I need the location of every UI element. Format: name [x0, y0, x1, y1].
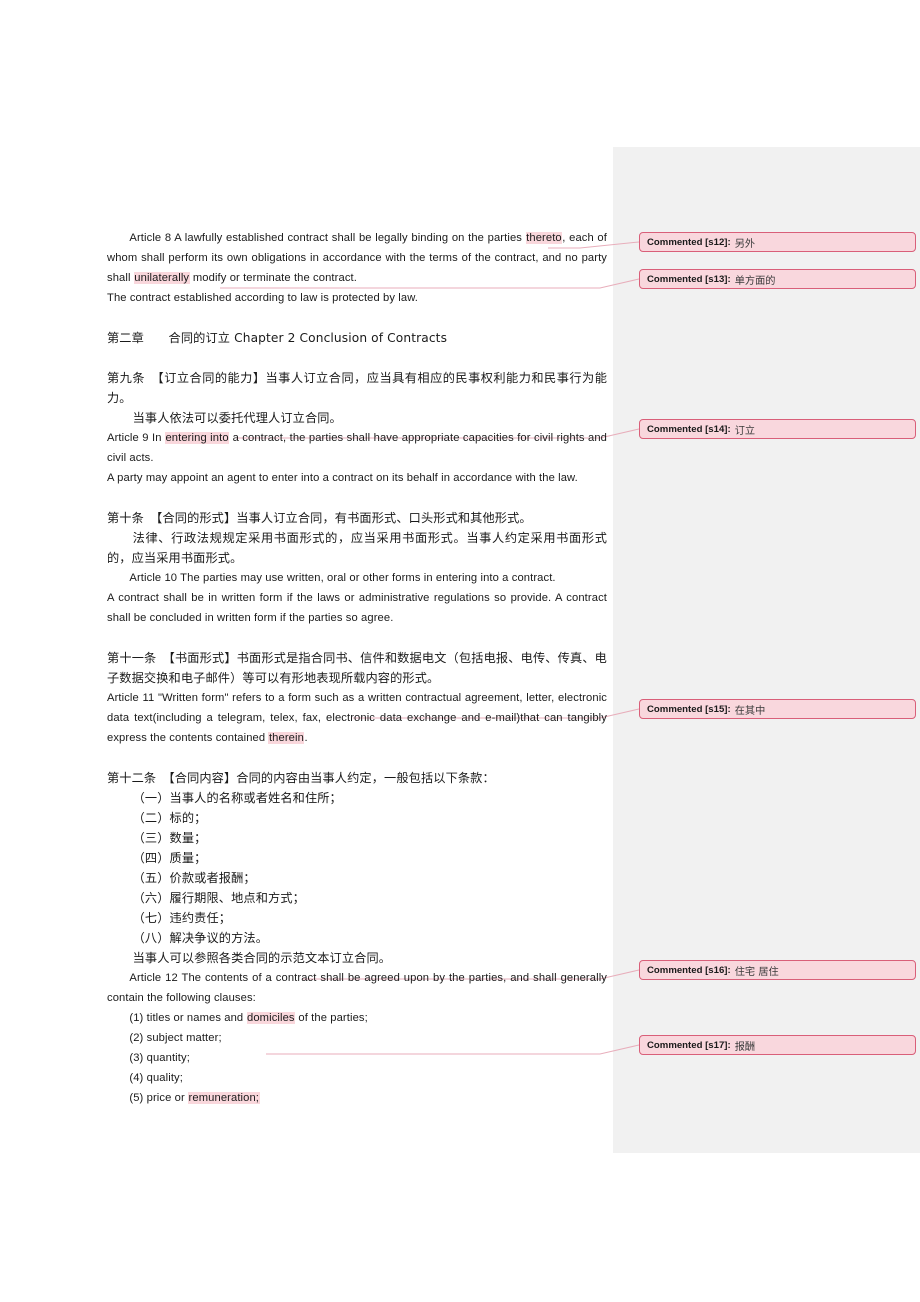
paragraph-article-8-line2: The contract established according to la… [107, 292, 419, 304]
list-item-en-4: (4) quality; [129, 1072, 183, 1084]
item1-pre: (1) titles or names and [129, 1012, 247, 1024]
highlight-thereto[interactable]: thereto [525, 232, 563, 244]
paragraph-article-11-en-1: Article 11 "Written form" refers to a fo… [107, 688, 607, 748]
comment-balloon[interactable]: Commented [s13]: 单方面的 [639, 269, 916, 289]
list-item-en-5: (5) price or remuneration; [107, 1088, 607, 1108]
comment-label: Commented [s13]: [647, 273, 731, 285]
highlight-unilaterally[interactable]: unilaterally [133, 272, 190, 284]
comment-text: 在其中 [734, 705, 766, 717]
article11-en-pre: Article 11 "Written form" refers to a fo… [107, 692, 607, 744]
comment-text: 订立 [734, 425, 756, 437]
paragraph-article-9-zh-2: 当事人依法可以委托代理人订立合同。 [132, 411, 342, 425]
article8-text-pre: Article 8 A lawfully established contrac… [129, 232, 526, 244]
comment-balloon[interactable]: Commented [s15]: 在其中 [639, 699, 916, 719]
comment-balloon[interactable]: Commented [s17]: 报酬 [639, 1035, 916, 1055]
article8-text-post: modify or terminate the contract. [189, 272, 357, 284]
paragraph-article-9-zh-1: 第九条 【订立合同的能力】当事人订立合同，应当具有相应的民事权利能力和民事行为能… [107, 371, 607, 405]
comment-balloon[interactable]: Commented [s12]: 另外 [639, 232, 916, 252]
comment-text: 报酬 [734, 1041, 756, 1053]
highlight-remuneration[interactable]: remuneration; [188, 1092, 260, 1104]
document-page: Article 8 A lawfully established contrac… [0, 0, 920, 1302]
list-item-zh-3: （三）数量； [132, 831, 207, 845]
highlight-entering-into[interactable]: entering into [164, 432, 230, 444]
list-item-zh-6: （六）履行期限、地点和方式； [132, 891, 305, 905]
item1-post: of the parties; [295, 1012, 368, 1024]
list-item-zh-5: （五）价款或者报酬； [132, 871, 256, 885]
paragraph-article-12-en-head: Article 12 The contents of a contract sh… [107, 972, 607, 1004]
paragraph-article-10-zh-2: 法律、行政法规规定采用书面形式的，应当采用书面形式。当事人约定采用书面形式的，应… [107, 531, 607, 565]
paragraph-article-12-zh-head: 第十二条 【合同内容】合同的内容由当事人约定，一般包括以下条款： [107, 771, 495, 785]
comment-label: Commented [s16]: [647, 964, 731, 976]
document-text-column: Article 8 A lawfully established contrac… [107, 228, 607, 1108]
list-item-en-2: (2) subject matter; [129, 1032, 222, 1044]
list-item-zh-1: （一）当事人的名称或者姓名和住所； [132, 791, 342, 805]
list-item-zh-2: （二）标的； [132, 811, 207, 825]
paragraph-article-10-en-2: A contract shall be in written form if t… [107, 592, 607, 624]
article9-en-pre: Article 9 In [107, 432, 165, 444]
paragraph-article-11-zh-1: 第十一条 【书面形式】书面形式是指合同书、信件和数据电文（包括电报、电传、传真、… [107, 651, 607, 685]
heading-chapter-2: 第二章 合同的订立 Chapter 2 Conclusion of Contra… [107, 331, 448, 345]
list-item-zh-7: （七）违约责任； [132, 911, 232, 925]
list-item-en-3: (3) quantity; [129, 1052, 190, 1064]
paragraph-article-10-en-1: Article 10 The parties may use written, … [129, 572, 556, 584]
comment-gutter-pane [613, 147, 920, 1153]
comment-label: Commented [s14]: [647, 423, 731, 435]
highlight-therein[interactable]: therein [268, 732, 305, 744]
comment-text: 另外 [734, 238, 756, 250]
comment-label: Commented [s12]: [647, 236, 731, 248]
item5-pre: (5) price or [129, 1092, 189, 1104]
comment-label: Commented [s17]: [647, 1039, 731, 1051]
highlight-domiciles[interactable]: domiciles [246, 1012, 296, 1024]
comment-text: 住宅 居住 [734, 966, 779, 978]
list-item-zh-4: （四）质量； [132, 851, 207, 865]
paragraph-article-10-zh-1: 第十条 【合同的形式】当事人订立合同，有书面形式、口头形式和其他形式。 [107, 511, 532, 525]
paragraph-article-9-en-2: A party may appoint an agent to enter in… [107, 472, 578, 484]
list-item-zh-8: （八）解决争议的方法。 [132, 931, 269, 945]
comment-balloon[interactable]: Commented [s16]: 住宅 居住 [639, 960, 916, 980]
paragraph-article-9-en-1: Article 9 In entering into a contract, t… [107, 428, 607, 468]
comment-text: 单方面的 [734, 275, 776, 287]
list-item-en-1: (1) titles or names and domiciles of the… [107, 1008, 607, 1028]
article11-en-post: . [304, 732, 308, 744]
paragraph-article-12-zh-tail: 当事人可以参照各类合同的示范文本订立合同。 [132, 951, 392, 965]
comment-balloon[interactable]: Commented [s14]: 订立 [639, 419, 916, 439]
comment-label: Commented [s15]: [647, 703, 731, 715]
paragraph-article-8: Article 8 A lawfully established contrac… [107, 228, 607, 288]
